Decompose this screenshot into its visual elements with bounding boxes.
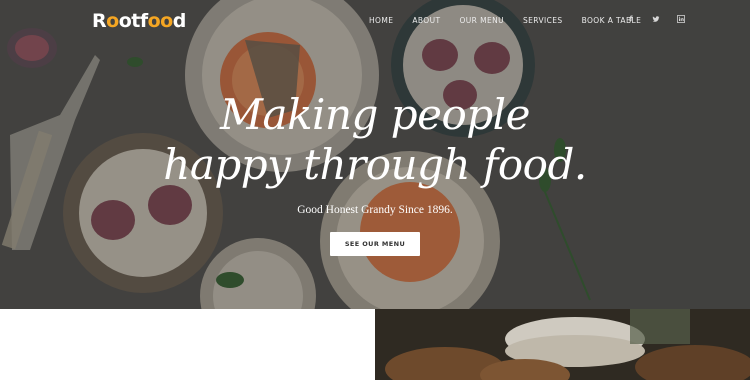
- headline-line-1: Making people: [220, 90, 530, 139]
- linkedin-icon[interactable]: [676, 14, 686, 24]
- content-section-left: [0, 309, 375, 380]
- nav-item-home[interactable]: HOME: [369, 16, 393, 25]
- logo-text: otf: [118, 10, 148, 32]
- social-links: f: [627, 14, 686, 24]
- hero-headline: Making people happy through food.: [0, 90, 750, 190]
- content-section-image: [375, 309, 750, 380]
- main-menu: HOME ABOUT OUR MENU SERVICES BOOK A TABL…: [369, 16, 660, 25]
- facebook-icon[interactable]: f: [627, 15, 635, 24]
- logo-text: R: [92, 10, 107, 32]
- logo-text: oo: [147, 10, 174, 32]
- logo-text: o: [106, 10, 119, 32]
- twitter-icon[interactable]: [652, 15, 660, 24]
- logo-text: d: [172, 10, 187, 32]
- hero-section: Rootfood HOME ABOUT OUR MENU SERVICES BO…: [0, 0, 750, 309]
- site-logo[interactable]: Rootfood: [92, 10, 186, 32]
- hero-subheadline: Good Honest Grandy Since 1896.: [297, 204, 453, 216]
- headline-line-2: happy through food.: [163, 140, 587, 189]
- top-navigation: Rootfood HOME ABOUT OUR MENU SERVICES BO…: [0, 0, 750, 42]
- nav-item-our-menu[interactable]: OUR MENU: [459, 16, 504, 25]
- nav-item-services[interactable]: SERVICES: [523, 16, 563, 25]
- see-our-menu-button[interactable]: SEE OUR MENU: [330, 232, 420, 256]
- nav-item-about[interactable]: ABOUT: [412, 16, 440, 25]
- pastry-photo: [375, 309, 750, 380]
